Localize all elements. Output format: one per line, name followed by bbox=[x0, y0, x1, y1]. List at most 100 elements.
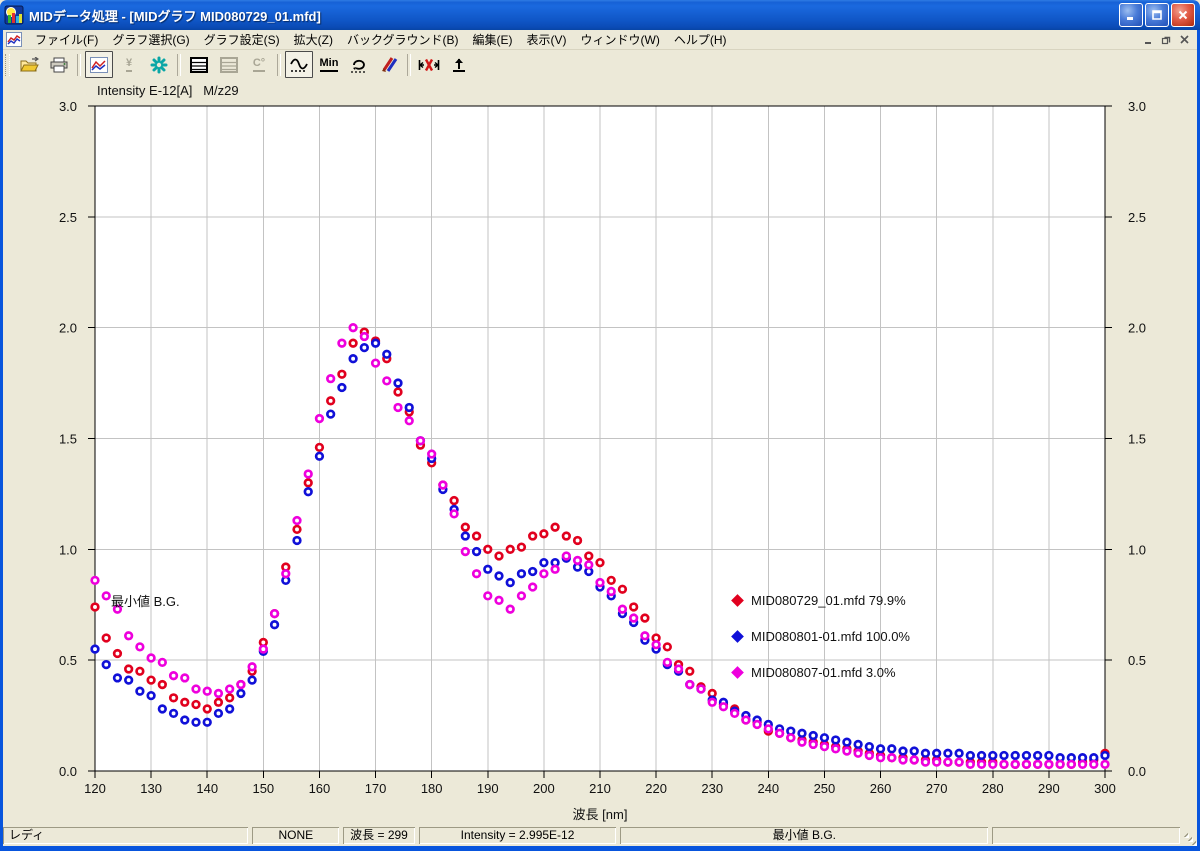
center-marker-button[interactable] bbox=[145, 51, 173, 78]
svg-text:130: 130 bbox=[140, 781, 162, 796]
printer-icon bbox=[50, 57, 68, 73]
svg-text:230: 230 bbox=[701, 781, 723, 796]
svg-text:280: 280 bbox=[982, 781, 1004, 796]
window-title: MIDデータ処理 - [MIDグラフ MID080729_01.mfd] bbox=[29, 6, 1117, 25]
svg-text:270: 270 bbox=[926, 781, 948, 796]
legend-label: MID080807-01.mfd 3.0% bbox=[751, 665, 896, 680]
svg-text:160: 160 bbox=[309, 781, 331, 796]
data-table-button[interactable] bbox=[185, 51, 213, 78]
svg-text:0.5: 0.5 bbox=[59, 653, 77, 668]
menu-background[interactable]: バックグラウンド(B) bbox=[340, 30, 466, 50]
clear-x-range-button[interactable] bbox=[415, 51, 443, 78]
app-icon[interactable] bbox=[4, 5, 24, 25]
legend-item: MID080801-01.mfd 100.0% bbox=[731, 629, 910, 644]
mdi-minimize-icon bbox=[1143, 34, 1154, 45]
loop-arrow-icon bbox=[349, 56, 369, 73]
menu-zoom[interactable]: 拡大(Z) bbox=[287, 30, 340, 50]
menu-file[interactable]: ファイル(F) bbox=[28, 30, 105, 50]
menu-view[interactable]: 表示(V) bbox=[520, 30, 574, 50]
x-range-clear-icon bbox=[418, 58, 440, 72]
celsius-button: C° bbox=[245, 51, 273, 78]
graph-display-button[interactable] bbox=[85, 51, 113, 78]
svg-text:260: 260 bbox=[870, 781, 892, 796]
status-bar: レディ NONE 波長 = 299 Intensity = 2.995E-12 … bbox=[3, 824, 1197, 846]
svg-text:120: 120 bbox=[84, 781, 106, 796]
status-none: NONE bbox=[252, 827, 339, 844]
svg-text:2.5: 2.5 bbox=[1128, 210, 1146, 225]
resize-grip[interactable] bbox=[1184, 833, 1197, 846]
sine-wave-icon bbox=[289, 56, 309, 73]
minimize-icon bbox=[1125, 9, 1137, 21]
toolbar-separator bbox=[77, 54, 81, 76]
svg-text:250: 250 bbox=[814, 781, 836, 796]
menu-window[interactable]: ウィンドウ(W) bbox=[574, 30, 667, 50]
chart-area: 1201301401501601701801902002102202302402… bbox=[0, 79, 1200, 824]
menu-edit[interactable]: 編集(E) bbox=[466, 30, 520, 50]
svg-text:200: 200 bbox=[533, 781, 555, 796]
print-button[interactable] bbox=[45, 51, 73, 78]
status-intensity: Intensity = 2.995E-12 bbox=[419, 827, 617, 844]
svg-text:150: 150 bbox=[252, 781, 274, 796]
mdi-window-controls bbox=[1139, 32, 1197, 47]
svg-text:290: 290 bbox=[1038, 781, 1060, 796]
svg-text:0.5: 0.5 bbox=[1128, 653, 1146, 668]
svg-text:2.5: 2.5 bbox=[59, 210, 77, 225]
menu-graph-settings[interactable]: グラフ設定(S) bbox=[197, 30, 287, 50]
legend-label: MID080801-01.mfd 100.0% bbox=[751, 629, 910, 644]
legend-item: MID080807-01.mfd 3.0% bbox=[731, 665, 910, 680]
table-icon bbox=[190, 57, 208, 73]
chart-canvas[interactable]: 1201301401501601701801902002102202302402… bbox=[0, 79, 1200, 824]
export-up-button[interactable] bbox=[445, 51, 473, 78]
mdi-restore-icon bbox=[1161, 34, 1172, 45]
legend-diamond-blue bbox=[731, 630, 744, 643]
mdi-minimize-button[interactable] bbox=[1140, 32, 1157, 47]
close-button[interactable] bbox=[1171, 3, 1195, 27]
min-bg-annotation: 最小値 B.G. bbox=[111, 591, 180, 610]
repeat-button[interactable] bbox=[345, 51, 373, 78]
chart-legend: MID080729_01.mfd 79.9% MID080801-01.mfd … bbox=[731, 593, 910, 701]
maximize-icon bbox=[1151, 9, 1163, 21]
menu-graph-select[interactable]: グラフ選択(G) bbox=[105, 30, 196, 50]
status-extra bbox=[992, 827, 1180, 844]
window-border-left bbox=[0, 30, 3, 851]
svg-text:0.0: 0.0 bbox=[1128, 764, 1146, 779]
teal-asterisk-icon bbox=[150, 56, 168, 74]
open-file-button[interactable] bbox=[15, 51, 43, 78]
min-value-button[interactable]: Min bbox=[315, 51, 343, 78]
mdi-close-button[interactable] bbox=[1176, 32, 1193, 47]
status-ready: レディ bbox=[3, 827, 248, 844]
mdi-restore-button[interactable] bbox=[1158, 32, 1175, 47]
toolbar-grip[interactable] bbox=[5, 54, 10, 76]
title-bar: MIDデータ処理 - [MIDグラフ MID080729_01.mfd] bbox=[0, 0, 1200, 30]
svg-text:2.0: 2.0 bbox=[59, 321, 77, 336]
svg-text:1.5: 1.5 bbox=[59, 432, 77, 447]
toolbar-separator bbox=[177, 54, 181, 76]
svg-text:180: 180 bbox=[421, 781, 443, 796]
overlay-graphs-button[interactable] bbox=[375, 51, 403, 78]
close-icon bbox=[1177, 9, 1189, 21]
document-graph-icon[interactable] bbox=[6, 32, 22, 47]
svg-text:220: 220 bbox=[645, 781, 667, 796]
chart-title: Intensity E-12[A] M/z29 bbox=[97, 83, 239, 98]
legend-item: MID080729_01.mfd 79.9% bbox=[731, 593, 910, 608]
svg-text:140: 140 bbox=[196, 781, 218, 796]
svg-text:1.5: 1.5 bbox=[1128, 432, 1146, 447]
toolbar: ¥ C° bbox=[3, 50, 1197, 80]
status-min-bg: 最小値 B.G. bbox=[620, 827, 988, 844]
svg-text:190: 190 bbox=[477, 781, 499, 796]
legend-label: MID080729_01.mfd 79.9% bbox=[751, 593, 906, 608]
svg-text:170: 170 bbox=[365, 781, 387, 796]
minimize-button[interactable] bbox=[1119, 3, 1143, 27]
celsius-glyph: C° bbox=[253, 58, 265, 72]
menu-help[interactable]: ヘルプ(H) bbox=[667, 30, 734, 50]
app-window: MIDデータ処理 - [MIDグラフ MID080729_01.mfd] ファイ… bbox=[0, 0, 1200, 851]
graph-curves-icon bbox=[90, 57, 108, 73]
smooth-curve-button[interactable] bbox=[285, 51, 313, 78]
brush-stripes-icon bbox=[380, 56, 398, 73]
svg-text:3.0: 3.0 bbox=[59, 99, 77, 114]
maximize-button[interactable] bbox=[1145, 3, 1169, 27]
toolbar-separator bbox=[407, 54, 411, 76]
legend-diamond-red bbox=[731, 594, 744, 607]
x-axis-label: 波長 [nm] bbox=[520, 804, 680, 823]
legend-diamond-magenta bbox=[731, 666, 744, 679]
